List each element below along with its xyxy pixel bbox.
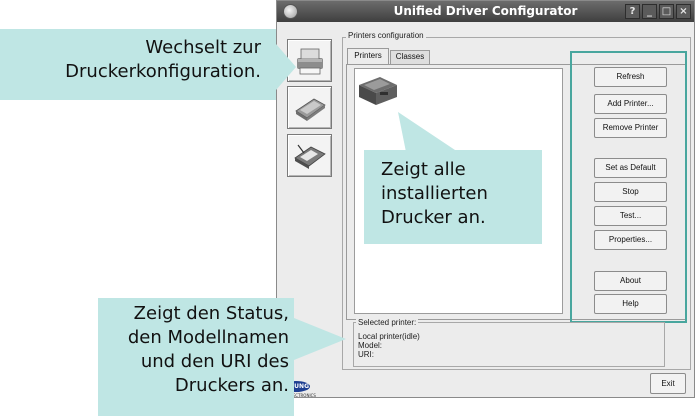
printer-uri: URI: [358, 350, 374, 359]
action-buttons-highlight [570, 51, 687, 323]
scanner-module-icon [295, 98, 326, 121]
exit-button[interactable]: Exit [650, 373, 686, 394]
callout-module-switch: Wechselt zur Druckerkonfiguration. [0, 29, 276, 100]
callout-installed-printers: Zeigt alle installierten Drucker an. [364, 150, 542, 244]
tab-printers[interactable]: Printers [347, 48, 389, 65]
callout-printer-status: Zeigt den Status, den Modellnamen und de… [98, 298, 294, 416]
port-module-button[interactable] [287, 134, 332, 177]
printer-module-icon [297, 48, 323, 75]
help-window-button[interactable]: ? [625, 4, 640, 19]
printer-model: Model: [358, 341, 383, 350]
scanner-module-button[interactable] [287, 86, 332, 129]
callout-printer-status-pointer [294, 318, 346, 360]
title-bar[interactable]: Unified Driver Configurator ? _ □ × [277, 1, 694, 22]
tab-classes[interactable]: Classes [390, 50, 430, 64]
selected-printer-label: Selected printer: [356, 318, 419, 327]
selected-printer-box [353, 322, 665, 367]
callout-module-switch-pointer [276, 44, 296, 90]
maximize-button[interactable]: □ [659, 4, 674, 19]
port-module-icon [294, 144, 326, 169]
callout-installed-pointer [398, 112, 458, 152]
printers-configuration-label: Printers configuration [346, 31, 426, 40]
close-button[interactable]: × [676, 4, 691, 19]
minimize-button[interactable]: _ [642, 4, 657, 19]
printer-status: Local printer(idle) [358, 332, 420, 341]
printer-list-item-icon[interactable] [356, 73, 400, 109]
